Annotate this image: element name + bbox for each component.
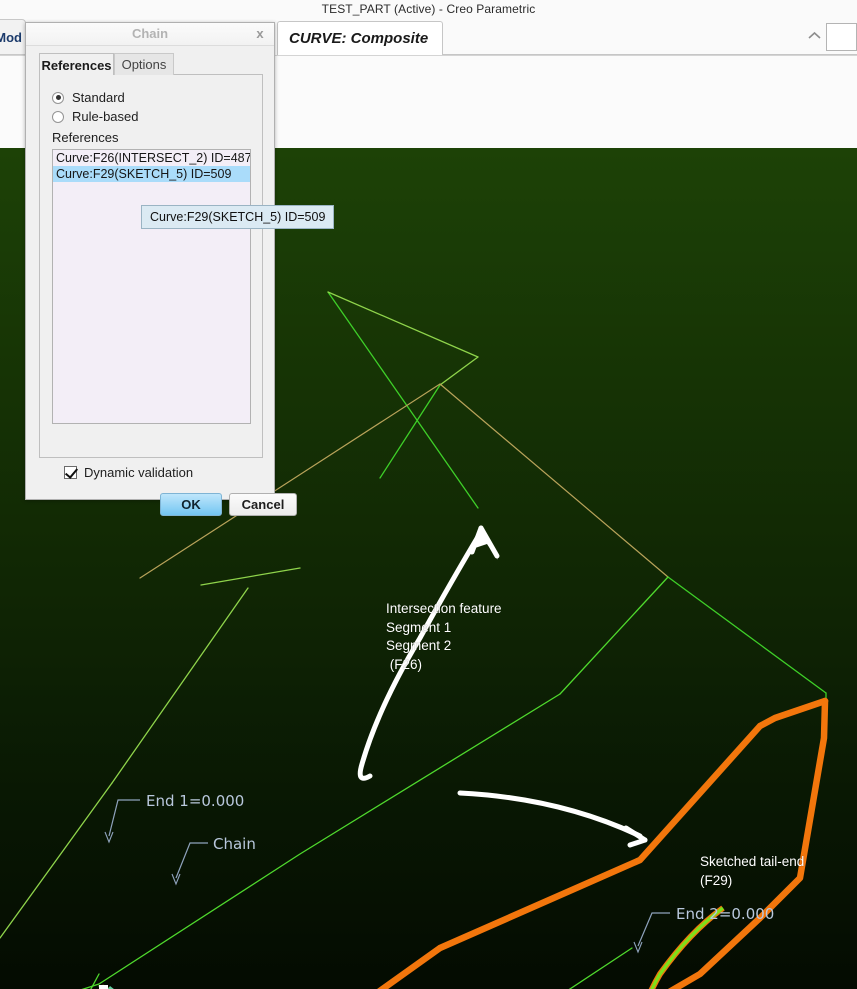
dashboard-tab-curve-composite[interactable]: CURVE: Composite [277, 21, 443, 55]
dialog-button-row: OK Cancel [160, 493, 297, 516]
dialog-tabstrip: References Options [39, 53, 263, 76]
ribbon-tab-model-label: Mod [0, 29, 22, 45]
dialog-title: Chain [131, 26, 169, 41]
radio-rule-based-label: Rule-based [72, 109, 139, 124]
cancel-button[interactable]: Cancel [229, 493, 297, 516]
references-list[interactable]: Curve:F26(INTERSECT_2) ID=487 Curve:F29(… [52, 149, 251, 424]
ok-button-label: OK [181, 497, 201, 512]
dynamic-validation-label: Dynamic validation [84, 465, 194, 480]
tab-references-label: References [41, 57, 112, 73]
radio-rule-based-indicator [52, 110, 64, 123]
dynamic-validation-checkbox[interactable]: Dynamic validation [64, 465, 193, 480]
chain-dimension-label[interactable]: Chain [213, 835, 256, 853]
end-1-marker [99, 985, 108, 989]
cancel-button-label: Cancel [241, 497, 285, 512]
window-title: TEST_PART (Active) - Creo Parametric [321, 2, 536, 16]
dashboard-tab-label: CURVE: Composite [289, 30, 429, 47]
checkbox-indicator [64, 466, 77, 479]
reference-tooltip: Curve:F29(SKETCH_5) ID=509 [141, 205, 335, 229]
ribbon-value-input[interactable] [826, 23, 857, 51]
chevron-up-icon[interactable] [806, 28, 822, 42]
list-item[interactable]: Curve:F26(INTERSECT_2) ID=487 [53, 150, 250, 166]
ok-button[interactable]: OK [160, 493, 222, 516]
ribbon-tab-model[interactable]: Mod [0, 19, 26, 55]
end-2-dimension-label[interactable]: End 2=0.000 [676, 905, 774, 923]
intersection-feature-note: Intersection feature Segment 1 Segment 2… [386, 601, 502, 672]
tabstrip-filler [174, 53, 263, 75]
tab-references[interactable]: References [39, 53, 114, 76]
end-1-dimension-label[interactable]: End 1=0.000 [146, 792, 244, 810]
list-item[interactable]: Curve:F29(SKETCH_5) ID=509 [53, 166, 250, 182]
radio-standard[interactable]: Standard [52, 90, 125, 105]
sketched-tail-end-note: Sketched tail-end (F29) [700, 854, 805, 888]
references-tab-panel: Standard Rule-based References Curve:F26… [39, 75, 263, 458]
tab-options[interactable]: Options [114, 53, 174, 76]
callout-arrow-right [457, 790, 648, 848]
tab-options-label: Options [121, 57, 167, 72]
close-icon[interactable]: x [253, 26, 267, 41]
radio-standard-label: Standard [72, 90, 125, 105]
selected-chain-path [99, 697, 829, 989]
radio-standard-indicator [52, 91, 64, 104]
chain-dialog[interactable]: Chain x References Options Standard Rule… [25, 22, 297, 516]
radio-rule-based[interactable]: Rule-based [52, 109, 139, 124]
dimension-leaders [108, 799, 670, 947]
references-caption: References [52, 130, 119, 145]
